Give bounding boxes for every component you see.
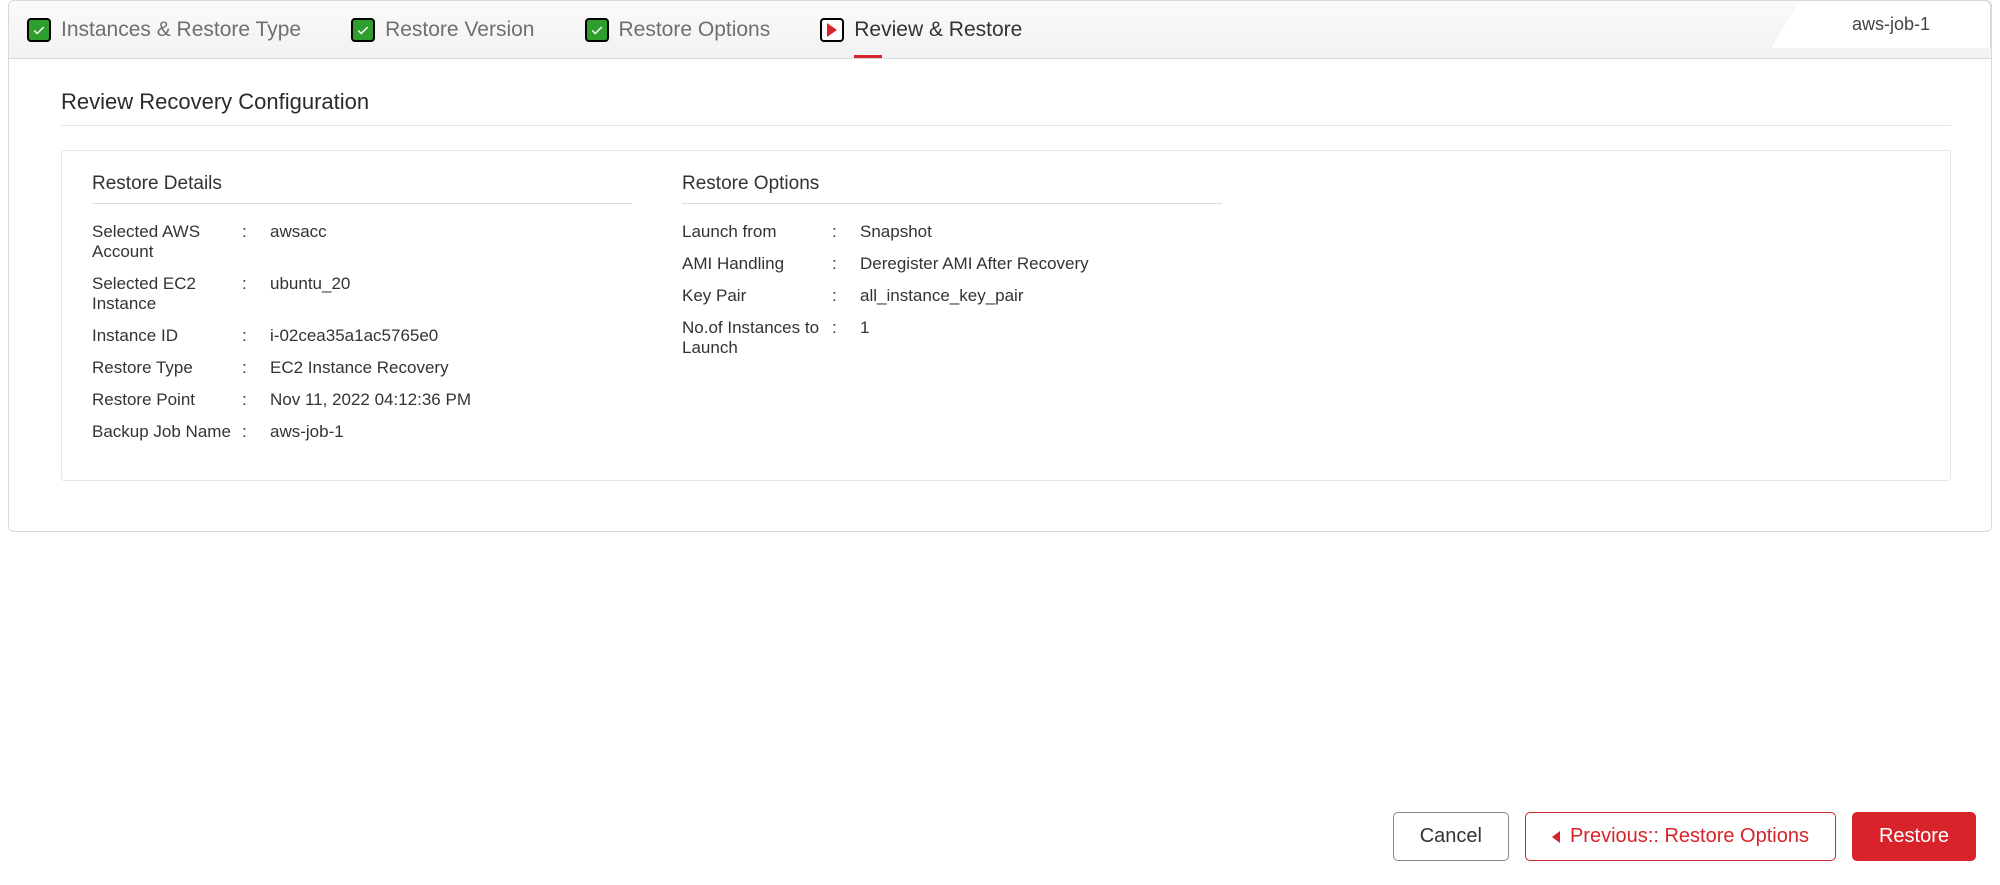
value: 1 [852, 318, 869, 338]
row-aws-account: Selected AWS Account : awsacc [92, 222, 632, 262]
divider [682, 203, 1222, 204]
step-instances-restore-type[interactable]: Instances & Restore Type [27, 18, 301, 42]
button-label: Cancel [1420, 825, 1482, 848]
step-review-restore[interactable]: Review & Restore [820, 18, 1022, 42]
value: ubuntu_20 [262, 274, 350, 294]
label: Launch from [682, 222, 832, 242]
label: Key Pair [682, 286, 832, 306]
restore-details-section: Restore Details Selected AWS Account : a… [92, 173, 632, 454]
value: awsacc [262, 222, 327, 242]
check-icon [585, 18, 609, 42]
section-title: Restore Details [92, 173, 632, 195]
label: AMI Handling [682, 254, 832, 274]
row-ec2-instance: Selected EC2 Instance : ubuntu_20 [92, 274, 632, 314]
row-restore-type: Restore Type : EC2 Instance Recovery [92, 358, 632, 378]
chevron-left-icon [1552, 831, 1560, 843]
value: EC2 Instance Recovery [262, 358, 449, 378]
job-tab[interactable]: aws-job-1 [1771, 0, 1991, 48]
step-label: Review & Restore [854, 18, 1022, 42]
label: No.of Instances to Launch [682, 318, 832, 358]
value: Snapshot [852, 222, 932, 242]
content-area: Review Recovery Configuration Restore De… [9, 59, 1991, 531]
label: Instance ID [92, 326, 242, 346]
restore-button[interactable]: Restore [1852, 812, 1976, 861]
label: Restore Type [92, 358, 242, 378]
section-title: Restore Options [682, 173, 1222, 195]
step-restore-options[interactable]: Restore Options [585, 18, 771, 42]
label: Restore Point [92, 390, 242, 410]
value: Deregister AMI After Recovery [852, 254, 1089, 274]
stepper-bar: Instances & Restore Type Restore Version… [9, 1, 1991, 59]
row-ami-handling: AMI Handling : Deregister AMI After Reco… [682, 254, 1222, 274]
value: Nov 11, 2022 04:12:36 PM [262, 390, 471, 410]
label: Selected AWS Account [92, 222, 242, 262]
value: all_instance_key_pair [852, 286, 1024, 306]
play-icon [820, 18, 844, 42]
button-label: Previous:: Restore Options [1570, 825, 1809, 848]
button-label: Restore [1879, 825, 1949, 848]
previous-button[interactable]: Previous:: Restore Options [1525, 812, 1836, 861]
step-label: Restore Version [385, 18, 534, 42]
label: Selected EC2 Instance [92, 274, 242, 314]
job-tab-label: aws-job-1 [1852, 14, 1930, 35]
wizard-panel: Instances & Restore Type Restore Version… [8, 0, 1992, 532]
divider [92, 203, 632, 204]
check-icon [351, 18, 375, 42]
row-key-pair: Key Pair : all_instance_key_pair [682, 286, 1222, 306]
cancel-button[interactable]: Cancel [1393, 812, 1509, 861]
check-icon [27, 18, 51, 42]
value: aws-job-1 [262, 422, 344, 442]
restore-options-section: Restore Options Launch from : Snapshot A… [682, 173, 1222, 454]
row-num-instances: No.of Instances to Launch : 1 [682, 318, 1222, 358]
step-label: Restore Options [619, 18, 771, 42]
value: i-02cea35a1ac5765e0 [262, 326, 438, 346]
step-restore-version[interactable]: Restore Version [351, 18, 534, 42]
row-instance-id: Instance ID : i-02cea35a1ac5765e0 [92, 326, 632, 346]
details-box: Restore Details Selected AWS Account : a… [61, 150, 1951, 481]
row-backup-job: Backup Job Name : aws-job-1 [92, 422, 632, 442]
footer-actions: Cancel Previous:: Restore Options Restor… [1393, 812, 1976, 861]
label: Backup Job Name [92, 422, 242, 442]
row-restore-point: Restore Point : Nov 11, 2022 04:12:36 PM [92, 390, 632, 410]
divider [61, 125, 1951, 126]
page-title: Review Recovery Configuration [61, 89, 1951, 115]
step-label: Instances & Restore Type [61, 18, 301, 42]
row-launch-from: Launch from : Snapshot [682, 222, 1222, 242]
